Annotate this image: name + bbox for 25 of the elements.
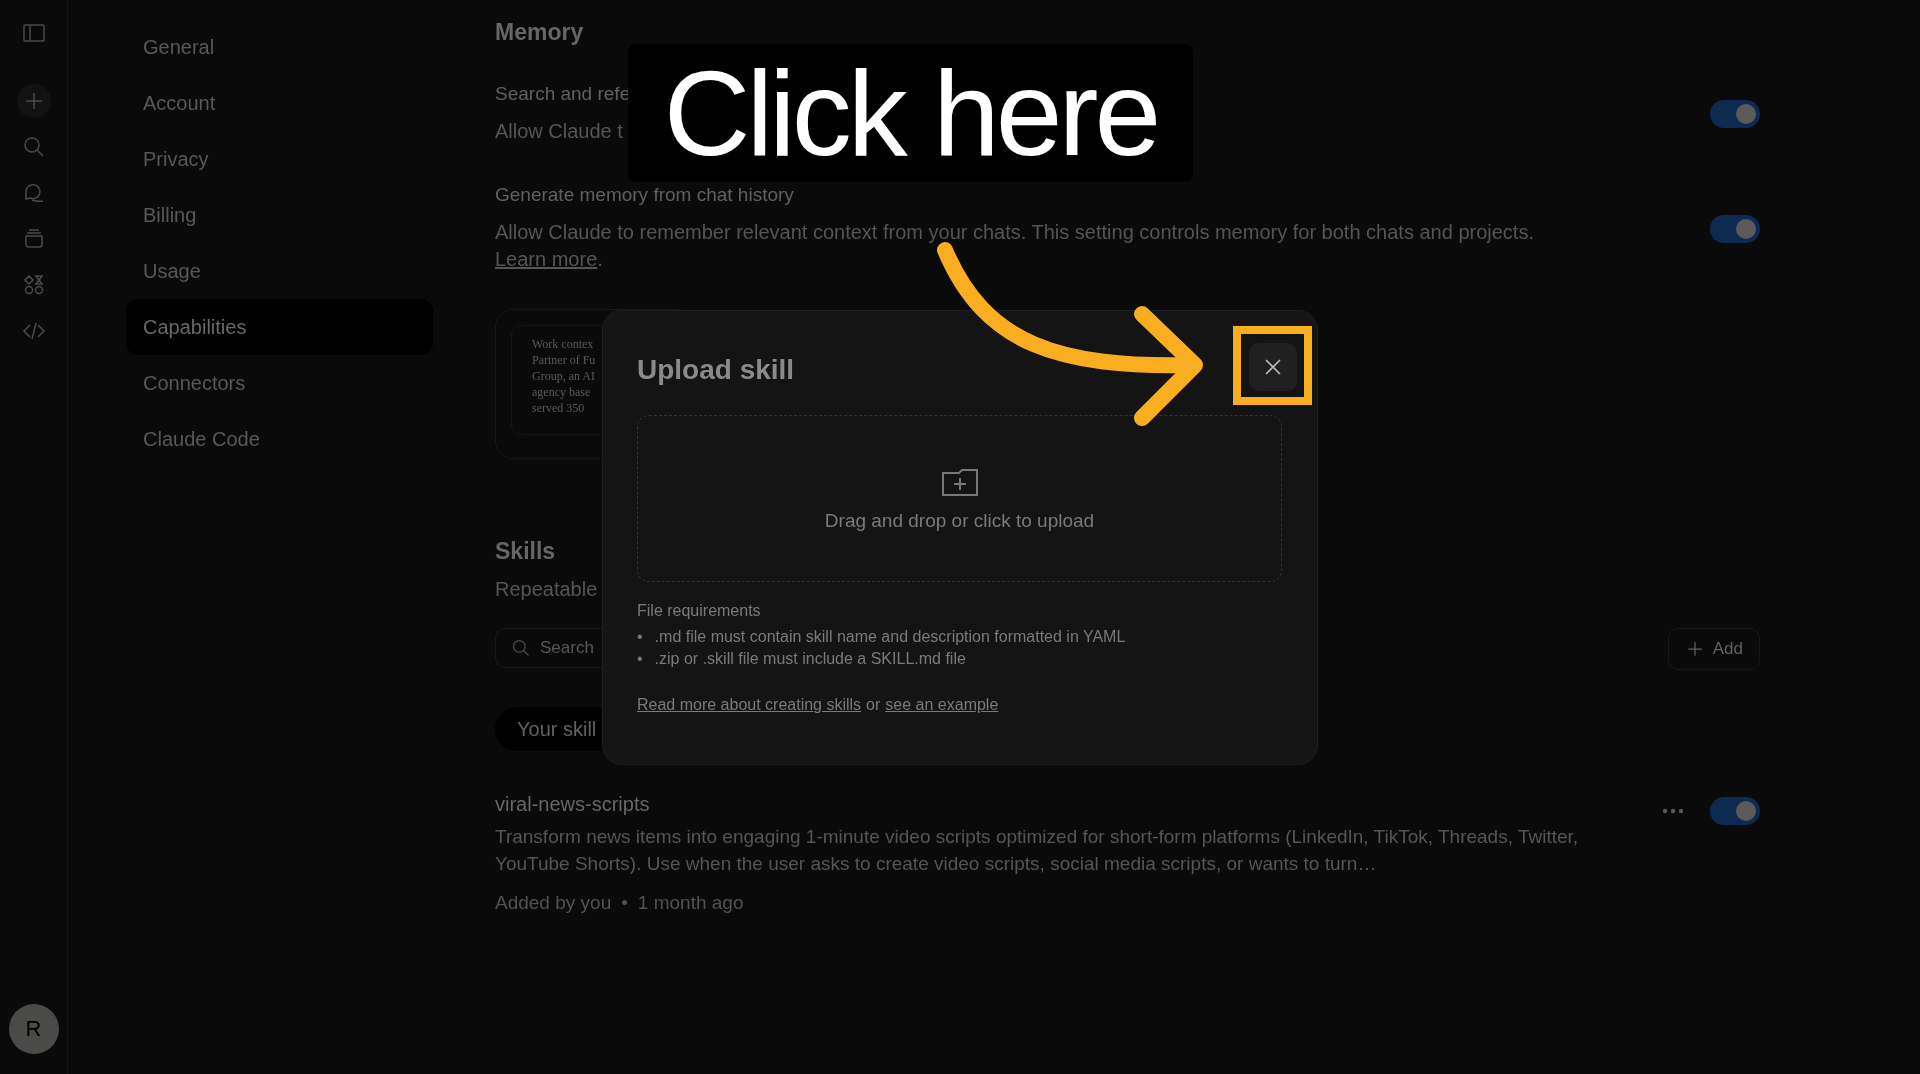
link-separator: or [866,696,881,714]
callout-label: Click here [628,44,1193,182]
setting-title: Generate memory from chat history [495,184,795,206]
memory-text-line: served 350 [532,400,586,416]
skill-description: Transform news items into engaging 1-minute video scripts optimized for short-form platforms (LinkedIn, TikTok, Threads, Twitter, YouTube Shorts). Use when the user asks to create video scripts, social media scripts, or wants to turn… [495,825,1580,876]
section-title: Skills [495,537,556,565]
memory-text-line: agency base [532,384,592,400]
section-subtitle: Repeatable [495,577,598,601]
skill-author: Added by you [495,892,612,914]
dialog-title: Upload skill [637,353,795,387]
requirements-title: File requirements [637,602,761,620]
requirement-item: .md file must contain skill name and description formatted in YAML [654,627,1126,647]
bullet: • [637,627,643,647]
section-title: Memory [495,18,584,46]
memory-text-line: Group, an AI [532,368,596,384]
memory-text-line: Work contex [532,336,595,352]
setting-description: Allow Claude t [495,119,624,144]
skill-name: viral-news-scripts [495,793,651,815]
drop-zone-label: Drag and drop or click to upload [824,509,1095,532]
memory-text-line: Partner of Fu [532,352,597,368]
setting-description: Allow Claude to remember relevant context from your chats. This setting controls memory for both chats and projects. Learn more. [495,220,1535,272]
requirement-item: .zip or .skill file must include a SKILL.md file [654,649,966,669]
bullet: • [637,649,643,669]
skill-age: 1 month ago [637,892,744,914]
separator-dot: • [621,892,628,914]
